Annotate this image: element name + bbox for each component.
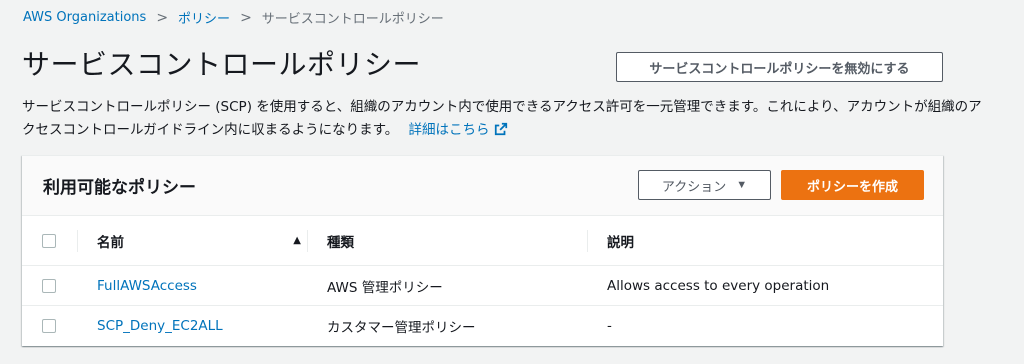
learn-more-label: 詳細はこちら (408, 122, 490, 138)
select-all-checkbox[interactable] (42, 233, 56, 248)
breadcrumb: AWS Organizations > ポリシー > サービスコントロールポリシ… (23, 8, 444, 28)
actions-label: アクション (661, 178, 727, 194)
panel-header: 利用可能なポリシー アクション ▼ ポリシーを作成 (22, 156, 943, 216)
column-header-name[interactable]: 名前 ▲ (97, 216, 307, 265)
select-all-cell (42, 216, 56, 265)
table-header-row: 名前 ▲ 種類 説明 (22, 216, 943, 266)
breadcrumb-current: サービスコントロールポリシー (261, 12, 444, 27)
row-select-cell (42, 266, 56, 305)
policy-name-link[interactable]: FullAWSAccess (97, 266, 307, 305)
table-row: FullAWSAccess AWS 管理ポリシー Allows access t… (22, 266, 943, 306)
chevron-right-icon: > (240, 9, 252, 26)
policy-description: - (607, 318, 612, 334)
breadcrumb-policies[interactable]: ポリシー (178, 8, 230, 27)
policy-type: AWS 管理ポリシー (327, 279, 443, 296)
page-title: サービスコントロールポリシー (22, 48, 422, 81)
learn-more-link[interactable]: 詳細はこちら (409, 122, 508, 138)
row-select-cell (42, 306, 56, 346)
table-row: SCP_Deny_EC2ALL カスタマー管理ポリシー - (22, 306, 943, 346)
caret-down-icon: ▼ (736, 179, 748, 191)
external-link-icon (494, 122, 507, 136)
column-divider (307, 230, 308, 252)
available-policies-panel: 利用可能なポリシー アクション ▼ ポリシーを作成 名前 ▲ 種類 説明 Ful… (22, 155, 943, 346)
row-checkbox[interactable] (42, 319, 56, 333)
policy-description: Allows access to every operation (607, 277, 830, 294)
column-header-type[interactable]: 種類 (327, 216, 354, 265)
page-description: サービスコントロールポリシー (SCP) を使用すると、組織のアカウント内で使用… (22, 96, 982, 142)
column-divider (77, 230, 78, 252)
column-header-name-label: 名前 (97, 234, 124, 251)
column-header-description[interactable]: 説明 (607, 216, 634, 265)
policies-table: 名前 ▲ 種類 説明 FullAWSAccess AWS 管理ポリシー Allo… (22, 216, 943, 346)
panel-title: 利用可能なポリシー (43, 178, 196, 198)
policy-name-link[interactable]: SCP_Deny_EC2ALL (97, 306, 307, 346)
actions-dropdown-button[interactable]: アクション ▼ (638, 170, 771, 200)
column-divider (587, 230, 588, 252)
policy-type: カスタマー管理ポリシー (327, 320, 476, 336)
chevron-right-icon: > (156, 9, 169, 26)
create-policy-button[interactable]: ポリシーを作成 (781, 170, 924, 200)
row-checkbox[interactable] (42, 278, 56, 293)
disable-scp-button[interactable]: サービスコントロールポリシーを無効にする (616, 52, 943, 82)
breadcrumb-aws-organizations[interactable]: AWS Organizations (23, 10, 146, 25)
sort-ascending-icon[interactable]: ▲ (293, 235, 301, 246)
